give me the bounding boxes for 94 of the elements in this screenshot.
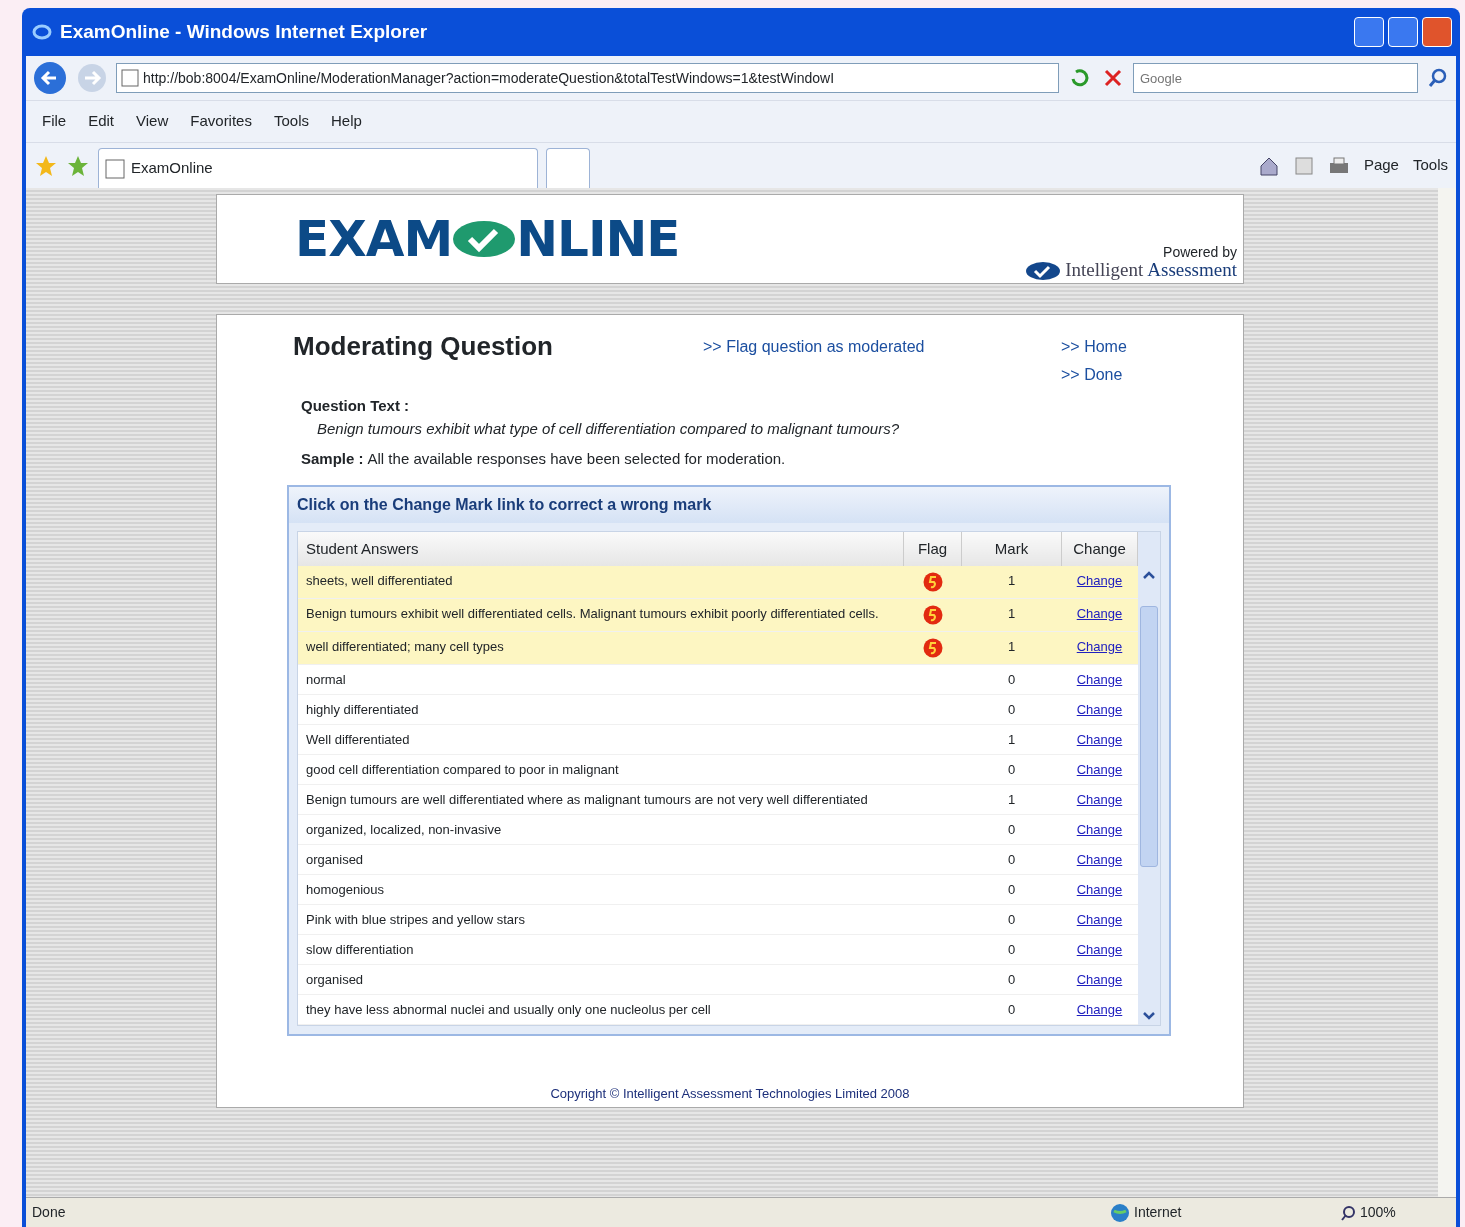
- table-cell: they have less abnormal nuclei and usually only one nucleolus per cell: [298, 994, 904, 1024]
- table-cell: 0: [961, 994, 1062, 1024]
- browser-icon: [32, 22, 52, 42]
- page-icon: [121, 69, 139, 87]
- question-label: Question Text :: [301, 397, 410, 414]
- copyright-text: Copyright © Intelligent Assessment Technologies Limited 2008: [550, 1085, 910, 1101]
- close-button[interactable]: [1422, 17, 1452, 47]
- page-title: Moderating Question: [293, 331, 554, 363]
- new-tab-button[interactable]: [546, 148, 590, 188]
- address-field[interactable]: http://bob:8004/ExamOnline/ModerationManager?action=moderateQuestion&totalTestWindows=1&testWindowI: [116, 63, 1059, 93]
- back-icon[interactable]: [32, 60, 68, 96]
- table-cell: good cell differentiation compared to poor in malignant: [298, 754, 904, 784]
- column-header: Flag: [903, 531, 962, 566]
- flag-moderated-link[interactable]: >> Flag question as moderated: [703, 335, 1061, 359]
- page-scrollbar[interactable]: [1438, 188, 1456, 1197]
- check-logo-icon: [1025, 260, 1062, 281]
- logo-text: EXAM: [295, 208, 453, 270]
- window-title: ExamOnline - Windows Internet Explorer: [60, 19, 428, 44]
- minimize-button[interactable]: [1354, 17, 1384, 47]
- change-link[interactable]: Change: [1076, 671, 1123, 687]
- table-cell: 1: [961, 598, 1062, 631]
- table-cell: 0: [961, 814, 1062, 844]
- sample-text: All the available responses have been selected for moderation.: [367, 449, 786, 469]
- table-cell: homogenious: [298, 874, 904, 904]
- sample-label: Sample :: [301, 449, 364, 469]
- table-cell: normal: [298, 664, 904, 694]
- change-link[interactable]: Change: [1076, 851, 1123, 867]
- change-link[interactable]: Change: [1076, 821, 1123, 837]
- browser-tab[interactable]: ExamOnline: [98, 148, 538, 188]
- globe-icon: [1110, 1202, 1130, 1223]
- change-link[interactable]: Change: [1076, 761, 1123, 777]
- table-cell: organised: [298, 964, 904, 994]
- check-logo-icon: [452, 219, 517, 259]
- menu-item[interactable]: Help: [331, 110, 362, 133]
- brand-text: Intelligent: [1065, 260, 1144, 281]
- menu-item[interactable]: Tools: [273, 110, 309, 133]
- table-cell: organized, localized, non-invasive: [298, 814, 904, 844]
- menu-item[interactable]: Favorites: [190, 110, 252, 133]
- table-cell: 0: [961, 874, 1062, 904]
- change-link[interactable]: Change: [1076, 791, 1123, 807]
- search-field[interactable]: Google: [1133, 63, 1418, 93]
- menu-item[interactable]: File: [42, 110, 67, 133]
- change-link[interactable]: Change: [1076, 911, 1123, 927]
- table-cell: 1: [961, 565, 1062, 598]
- menu-item[interactable]: Edit: [88, 110, 115, 133]
- change-link[interactable]: Change: [1076, 1001, 1123, 1017]
- table-cell: slow differentiation: [298, 934, 904, 964]
- table-cell: 1: [961, 784, 1062, 814]
- menu-item[interactable]: View: [136, 110, 169, 133]
- zoom-icon[interactable]: [1340, 1204, 1356, 1221]
- table-cell: well differentiated; many cell types: [298, 631, 904, 664]
- table-cell: 1: [961, 631, 1062, 664]
- flag-icon: [922, 571, 943, 592]
- change-link[interactable]: Change: [1076, 701, 1123, 717]
- nav-link-text[interactable]: >> Home: [1061, 335, 1127, 359]
- page-icon: [105, 158, 125, 179]
- table-cell: Well differentiated: [298, 724, 904, 754]
- change-link[interactable]: Change: [1076, 971, 1123, 987]
- logo-text: NLINE: [516, 208, 680, 270]
- panel-caption: Click on the Change Mark link to correct a wrong mark: [289, 486, 1169, 523]
- table-cell: Pink with blue stripes and yellow stars: [298, 904, 904, 934]
- table-cell: 0: [961, 934, 1062, 964]
- column-header: Mark: [961, 531, 1062, 566]
- status-text: Done: [32, 1203, 66, 1222]
- scrollbar[interactable]: [1138, 531, 1160, 1025]
- toolbar-button[interactable]: Page: [1363, 154, 1399, 177]
- table-cell: 0: [961, 694, 1062, 724]
- brand-text: Assessment: [1147, 260, 1237, 281]
- table-cell: 0: [961, 754, 1062, 784]
- scroll-thumb[interactable]: [1140, 605, 1158, 867]
- column-header: Student Answers: [298, 531, 904, 566]
- nav-link-text[interactable]: >> Done: [1061, 363, 1127, 387]
- powered-by-text: Powered by: [1162, 244, 1237, 261]
- change-link[interactable]: Change: [1076, 941, 1123, 957]
- table-cell: Benign tumours are well differentiated where as malignant tumours are not very well differentiated: [298, 784, 904, 814]
- table-cell: 0: [961, 664, 1062, 694]
- zoom-level[interactable]: 100%: [1360, 1202, 1396, 1223]
- change-link[interactable]: Change: [1076, 731, 1123, 747]
- table-cell: Benign tumours exhibit well differentiated cells. Malignant tumours exhibit poorly differentiated cells.: [298, 598, 904, 631]
- table-cell: 0: [961, 904, 1062, 934]
- zone-text: Internet: [1134, 1203, 1182, 1222]
- change-link[interactable]: Change: [1076, 881, 1123, 897]
- table-cell: highly differentiated: [298, 694, 904, 724]
- table-cell: 0: [961, 844, 1062, 874]
- column-header: Change: [1061, 531, 1138, 566]
- question-text: Benign tumours exhibit what type of cell differentiation compared to malignant tumours?: [317, 418, 899, 439]
- table-cell: organised: [298, 844, 904, 874]
- flag-icon: [922, 604, 943, 625]
- maximize-button[interactable]: [1388, 17, 1418, 47]
- table-cell: 1: [961, 724, 1062, 754]
- table-cell: 0: [961, 964, 1062, 994]
- toolbar-button[interactable]: Tools: [1412, 154, 1448, 177]
- table-cell: sheets, well differentiated: [298, 565, 904, 598]
- flag-icon: [922, 637, 943, 658]
